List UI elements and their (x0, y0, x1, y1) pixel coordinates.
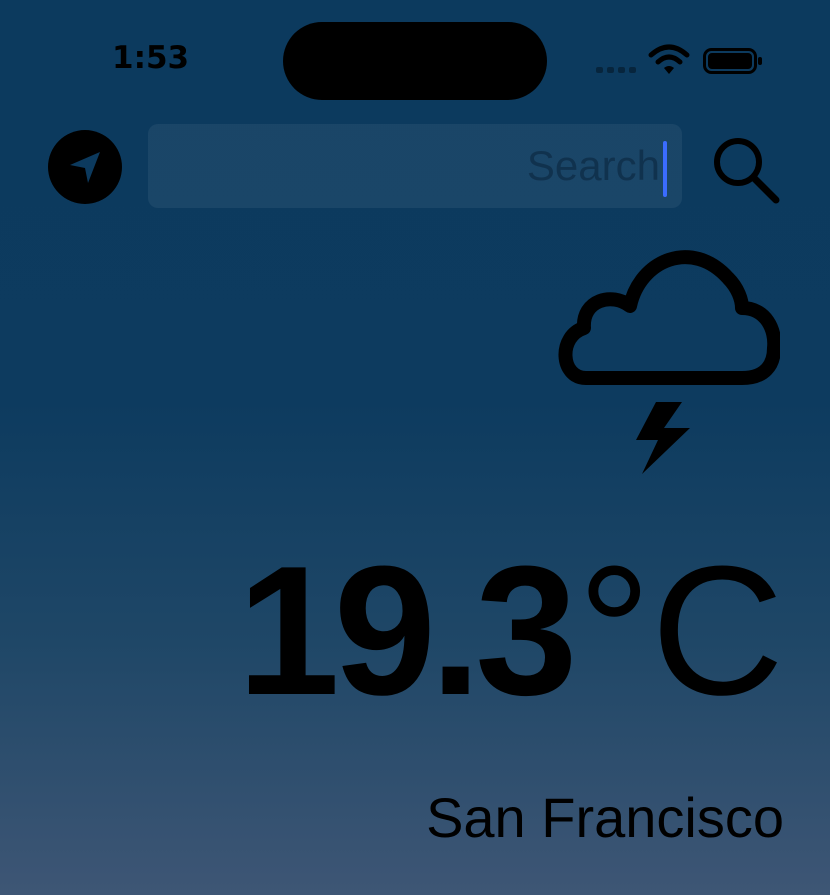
location-arrow-icon (70, 152, 100, 183)
temperature-display: 19.3 °C (237, 527, 784, 733)
location-button[interactable] (48, 130, 122, 204)
city-name: San Francisco (426, 786, 784, 849)
cloud-bolt-icon (558, 250, 780, 474)
search-button[interactable] (708, 132, 784, 208)
text-caret (663, 141, 667, 197)
magnifying-glass-icon (714, 138, 780, 204)
temperature-value: 19.3 (237, 527, 577, 733)
dynamic-island (283, 22, 547, 100)
status-bar: 1:53 (0, 0, 830, 110)
status-time: 1:53 (112, 40, 190, 76)
signal-icon (596, 67, 636, 73)
wifi-icon (648, 44, 690, 74)
battery-icon (703, 48, 762, 74)
temperature-unit: °C (577, 527, 784, 733)
search-input[interactable] (148, 124, 682, 208)
